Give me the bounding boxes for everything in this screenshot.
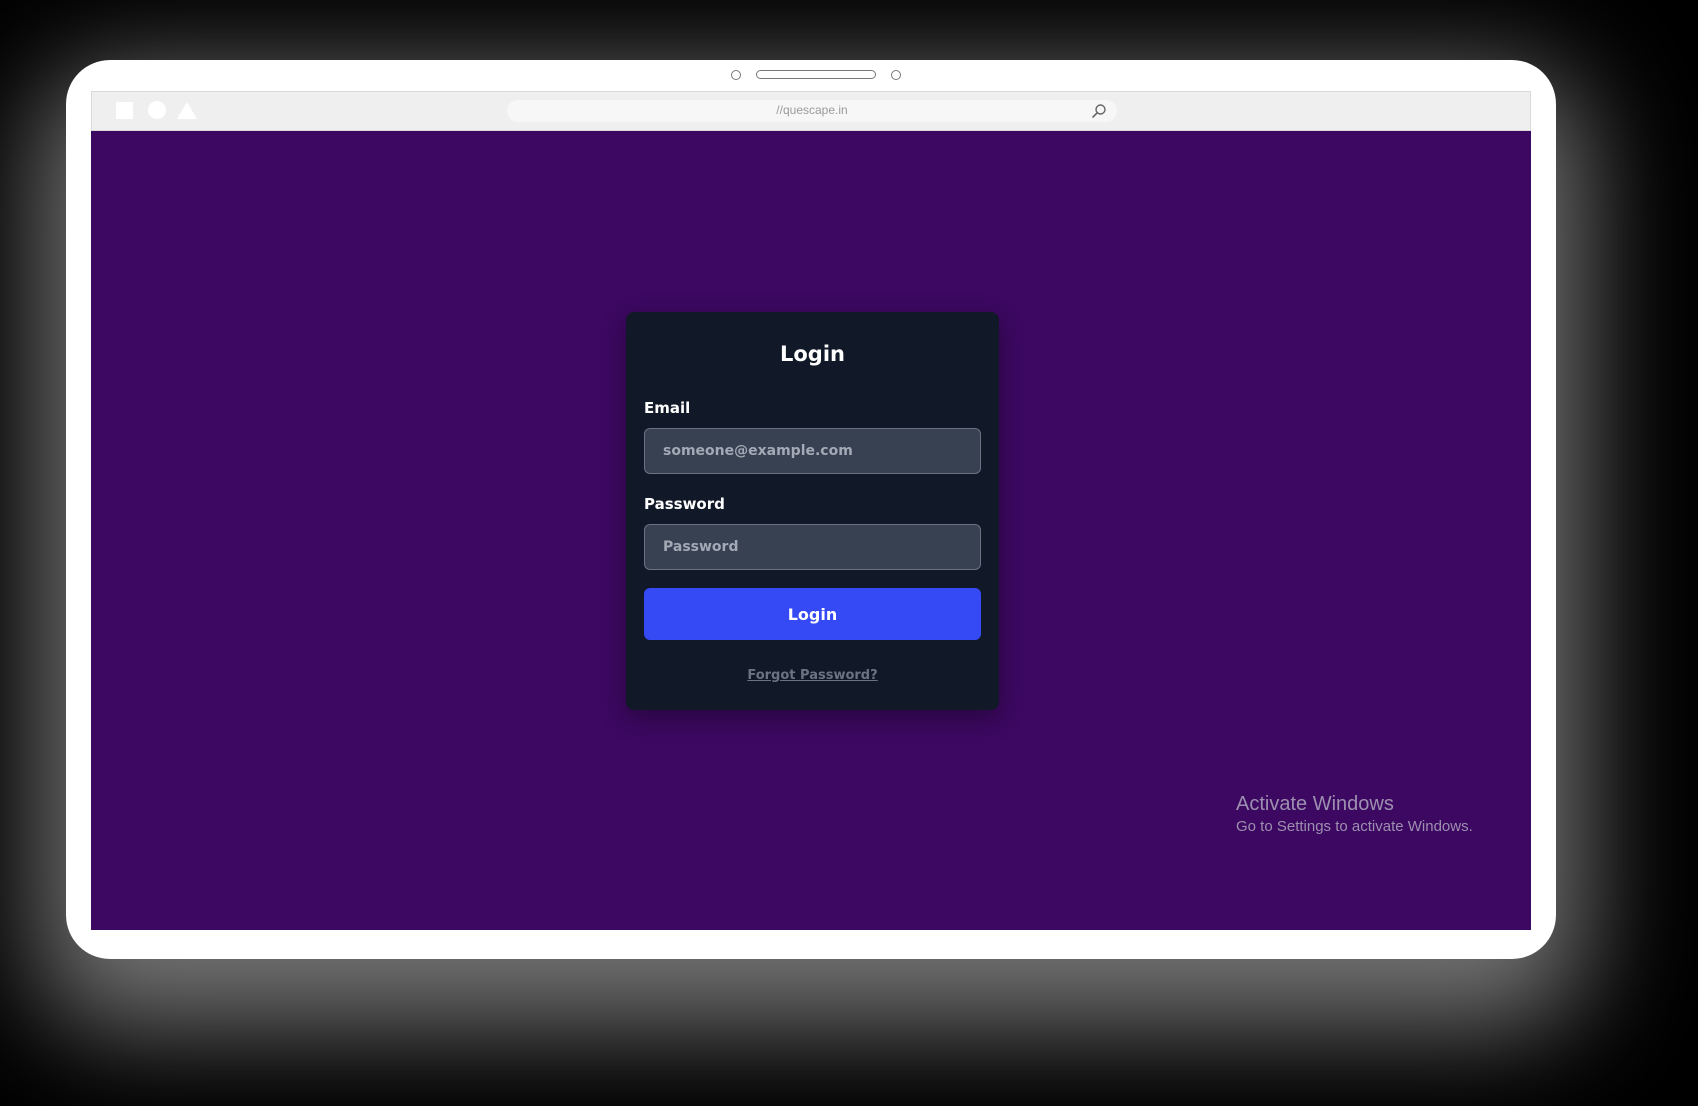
login-title: Login	[780, 342, 845, 366]
address-bar[interactable]: //quescape.in	[507, 100, 1117, 122]
password-label: Password	[644, 495, 725, 513]
login-button[interactable]: Login	[644, 588, 981, 640]
browser-toolbar: //quescape.in	[91, 91, 1531, 131]
camera-dot-left	[731, 70, 741, 80]
page-viewport: Login Email Password Login Forgot Passwo…	[91, 131, 1531, 930]
address-url: //quescape.in	[776, 103, 848, 117]
email-input[interactable]	[644, 428, 981, 474]
forgot-password-link[interactable]: Forgot Password?	[626, 668, 999, 683]
password-input[interactable]	[644, 524, 981, 570]
square-shape-icon	[116, 102, 133, 119]
login-card: Login Email Password Login Forgot Passwo…	[626, 312, 999, 710]
triangle-shape-icon	[177, 102, 197, 119]
watermark-subtitle: Go to Settings to activate Windows.	[1236, 818, 1473, 835]
speaker-slot	[756, 70, 876, 79]
windows-activation-watermark: Activate Windows Go to Settings to activ…	[1236, 792, 1473, 838]
camera-dot-right	[891, 70, 901, 80]
search-icon[interactable]	[1091, 103, 1107, 119]
watermark-title: Activate Windows	[1236, 793, 1394, 815]
email-label: Email	[644, 399, 691, 417]
circle-shape-icon	[148, 101, 166, 119]
